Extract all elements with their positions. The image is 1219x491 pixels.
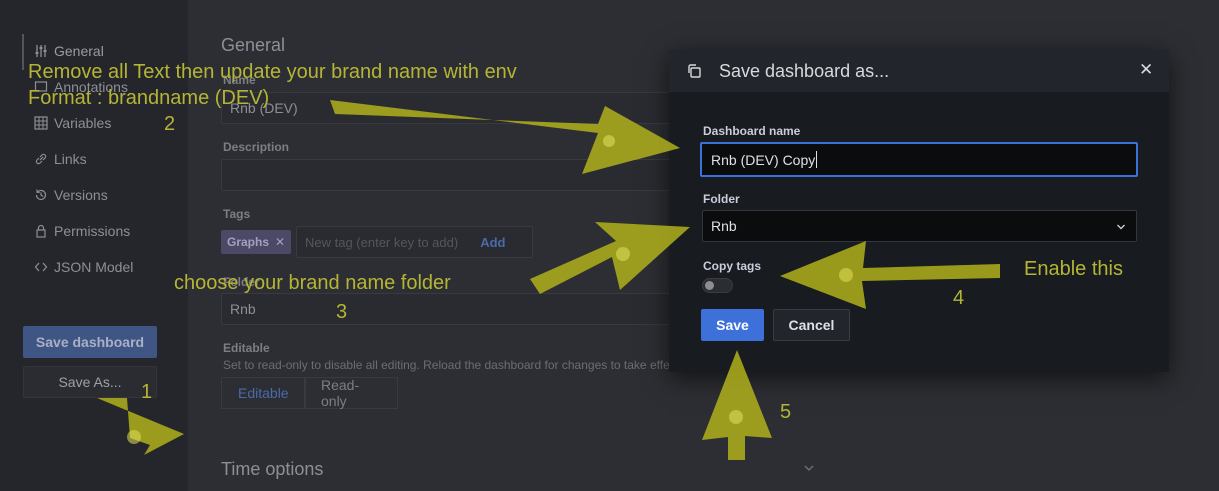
annotation-step-1: 1 [141, 381, 153, 403]
annotation-step-2: 2 [164, 113, 176, 135]
arrow-1 [97, 398, 184, 455]
arrow-3 [530, 222, 690, 294]
annotation-instruction-2: Format : brandname (DEV) [28, 87, 270, 109]
annotation-folder-instruction: choose your brand name folder [174, 272, 451, 294]
arrow-2 [330, 100, 680, 174]
annotation-step-3: 3 [336, 301, 348, 323]
arrow-4 [780, 241, 1000, 309]
annotation-instruction-1: Remove all Text then update your brand n… [28, 61, 517, 83]
annotation-enable-instruction: Enable this [1024, 258, 1123, 280]
annotation-step-4: 4 [953, 287, 965, 309]
arrow-5 [702, 350, 772, 460]
annotation-step-5: 5 [780, 401, 792, 423]
